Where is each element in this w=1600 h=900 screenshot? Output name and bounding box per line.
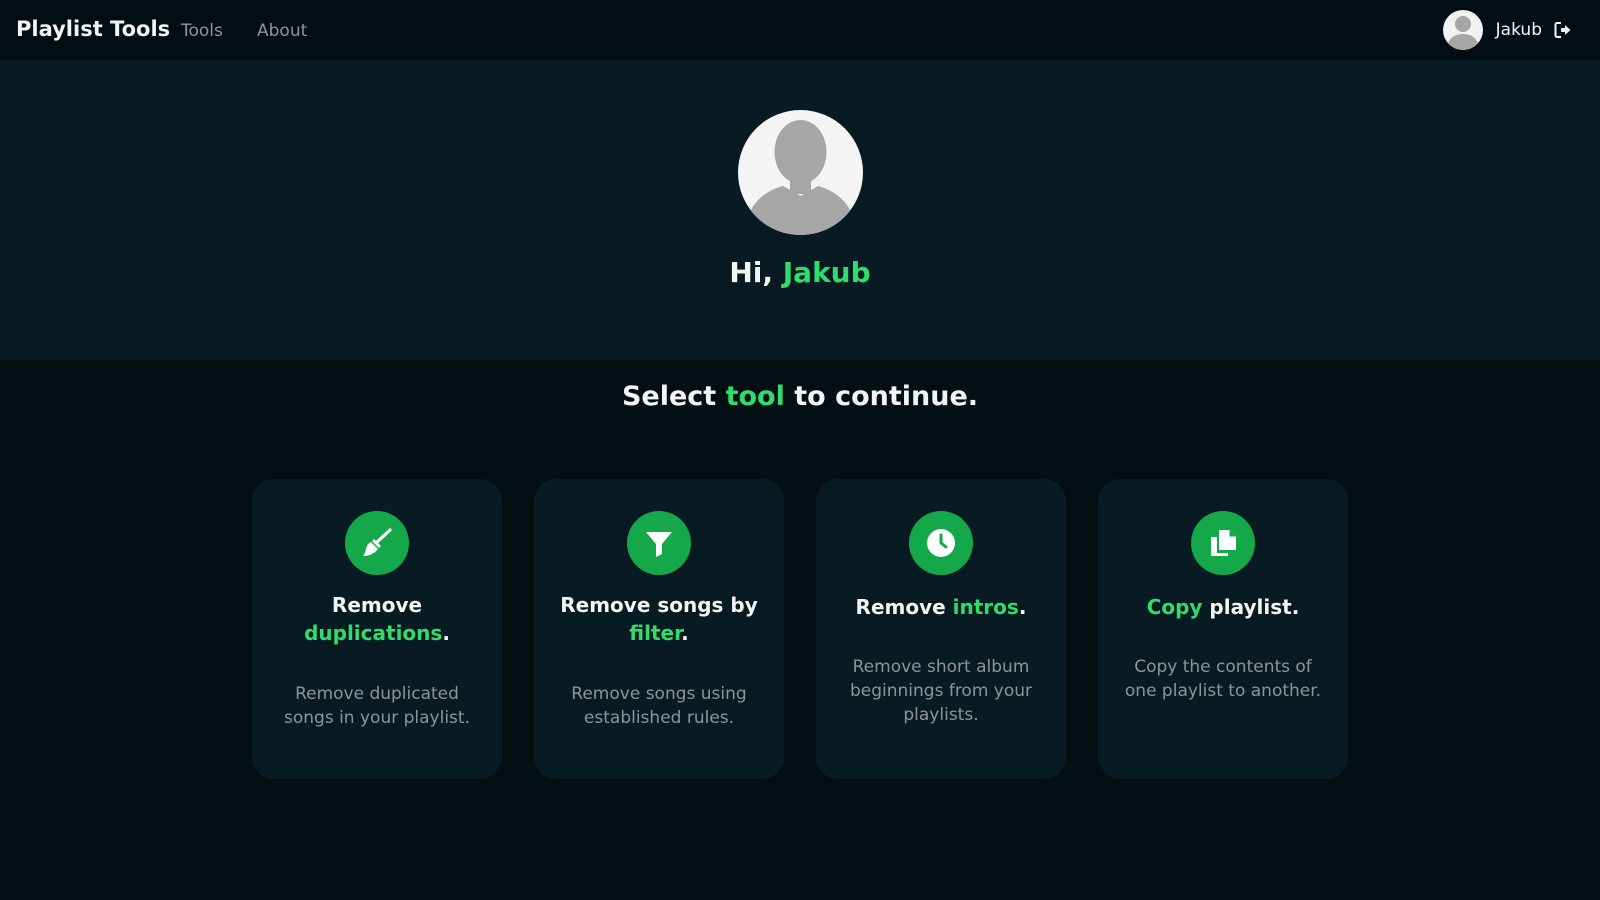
filter-icon <box>627 511 691 575</box>
select-prefix: Select <box>621 381 726 412</box>
card-title-highlight: filter <box>629 621 682 645</box>
user-avatar[interactable] <box>1442 10 1483 50</box>
greeting-heading: Hi, Jakub <box>0 256 1600 289</box>
nav-link-tools[interactable]: Tools <box>181 21 223 41</box>
greeting-prefix: Hi, <box>729 256 783 289</box>
select-tool-heading: Select tool to continue. <box>0 381 1600 412</box>
user-menu: Jakub <box>1442 10 1572 50</box>
card-title-highlight: intros <box>952 595 1019 619</box>
greeting-name: Jakub <box>782 256 871 289</box>
card-title-suffix: . <box>442 621 450 645</box>
tool-card-remove-duplications[interactable]: Remove duplications. Remove duplicated s… <box>252 479 502 779</box>
card-description: Copy the contents of one playlist to ano… <box>1124 657 1322 701</box>
card-title-highlight: Copy <box>1146 595 1203 619</box>
profile-avatar <box>738 110 863 235</box>
card-title-suffix: playlist. <box>1202 595 1300 619</box>
card-description: Remove short album beginnings from your … <box>849 657 1033 725</box>
card-title-highlight: duplications <box>304 621 443 645</box>
tool-card-remove-by-filter[interactable]: Remove songs by filter. Remove songs usi… <box>534 479 784 779</box>
card-description: Remove songs using established rules. <box>571 684 747 728</box>
top-navbar: Playlist Tools Tools About Jakub <box>0 0 1600 60</box>
nav-link-about[interactable]: About <box>257 21 307 41</box>
card-title-suffix: . <box>1018 595 1027 619</box>
card-description: Remove duplicated songs in your playlist… <box>284 684 470 728</box>
broom-icon <box>345 511 409 575</box>
card-title-text: Remove <box>331 593 423 617</box>
card-title: Remove duplications. <box>262 591 492 647</box>
tool-card-copy-playlist[interactable]: Copy playlist. Copy the contents of one … <box>1098 479 1348 779</box>
card-title-text: Remove <box>855 595 953 619</box>
tool-card-remove-intros[interactable]: Remove intros. Remove short album beginn… <box>816 479 1066 779</box>
hero-section: Hi, Jakub <box>0 60 1600 360</box>
card-title-text: Remove songs by <box>560 593 758 617</box>
brand-title[interactable]: Playlist Tools <box>16 17 170 41</box>
copy-icon <box>1191 511 1255 575</box>
select-highlight: tool <box>725 381 785 412</box>
logout-icon[interactable] <box>1554 21 1572 39</box>
card-title: Copy playlist. <box>1108 593 1338 621</box>
card-title-suffix: . <box>681 621 689 645</box>
user-name: Jakub <box>1495 20 1542 40</box>
select-suffix: to continue. <box>784 381 979 412</box>
card-title: Remove intros. <box>826 593 1056 621</box>
card-title: Remove songs by filter. <box>544 591 774 647</box>
clock-icon <box>909 511 973 575</box>
